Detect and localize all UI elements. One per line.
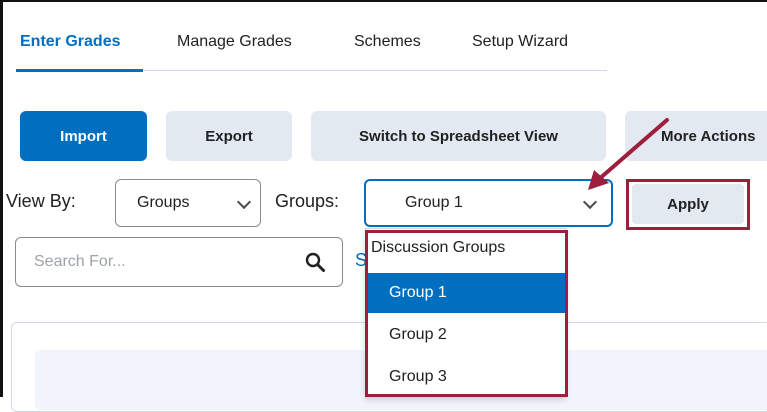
annotation-arrow-icon xyxy=(588,118,669,190)
